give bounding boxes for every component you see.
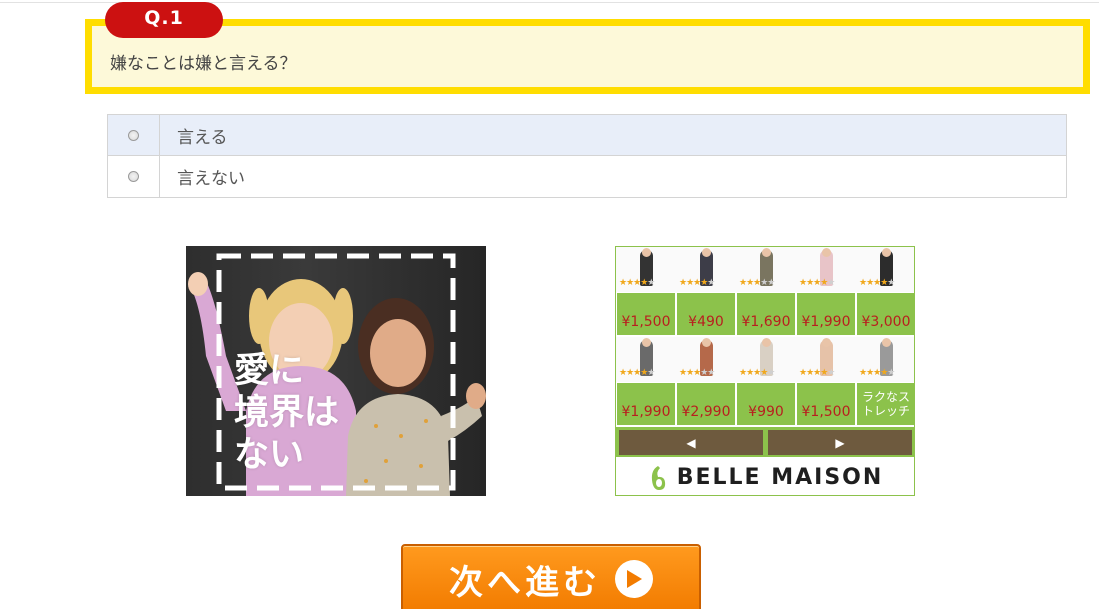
product-item[interactable]: ★★★★★ ¥3,000: [856, 247, 914, 335]
product-price: ¥1,690: [737, 293, 795, 335]
product-price: ¥3,000: [857, 293, 914, 335]
answer-label[interactable]: 言える: [160, 115, 1066, 155]
next-button-label: 次へ進む: [449, 562, 601, 603]
ad-copy-line: 境界は: [234, 393, 340, 433]
product-price: ¥990: [737, 383, 795, 425]
quiz-page: Q.1 嫌なことは嫌と言える？ 言える 言えない 愛に 境界は ない ★★★★★…: [0, 0, 1099, 609]
product-item[interactable]: ★★★★★ ¥1,990: [616, 337, 676, 425]
product-price: ¥490: [677, 293, 735, 335]
product-price: ラクなストレッチ: [857, 383, 914, 425]
brand-footer[interactable]: BELLE MAISON: [616, 458, 914, 495]
ad-copy-text: 愛に 境界は ない: [234, 350, 364, 476]
ad-copy-line: 愛に: [234, 351, 305, 391]
radio-cell: [108, 156, 160, 197]
product-price: ¥1,990: [617, 383, 675, 425]
question-number-badge: Q.1: [105, 2, 223, 38]
carousel-prev-button[interactable]: ◀: [619, 430, 763, 455]
rating-stars: ★★★★★: [859, 368, 895, 378]
rating-stars: ★★★★★: [679, 368, 715, 378]
answer-list: 言える 言えない: [107, 114, 1067, 198]
rating-stars: ★★★★★: [859, 278, 895, 288]
product-price: ¥1,500: [797, 383, 855, 425]
carousel-nav: ◀ ▶: [616, 427, 914, 457]
answer-option-2[interactable]: 言えない: [108, 156, 1066, 197]
product-item[interactable]: ★★★★★ ¥1,500: [796, 337, 856, 425]
brand-name: BELLE MAISON: [676, 465, 884, 490]
product-item[interactable]: ★★★★★ ¥2,990: [676, 337, 736, 425]
radio-cell: [108, 115, 160, 155]
product-price: ¥1,990: [797, 293, 855, 335]
carousel-next-button[interactable]: ▶: [768, 430, 912, 455]
product-item[interactable]: ★★★★★ ¥1,690: [736, 247, 796, 335]
rating-stars: ★★★★★: [799, 368, 835, 378]
product-row: ★★★★★ ¥1,500 ★★★★★ ¥490 ★★★★★ ¥1,690 ★★★…: [616, 247, 914, 335]
product-item[interactable]: ★★★★★ ラクなストレッチ: [856, 337, 914, 425]
product-item[interactable]: ★★★★★ ¥1,500: [616, 247, 676, 335]
rating-stars: ★★★★★: [739, 368, 775, 378]
product-item[interactable]: ★★★★★ ¥1,990: [796, 247, 856, 335]
product-item[interactable]: ★★★★★ ¥990: [736, 337, 796, 425]
rating-stars: ★★★★★: [739, 278, 775, 288]
product-item[interactable]: ★★★★★ ¥490: [676, 247, 736, 335]
next-button[interactable]: 次へ進む: [401, 544, 701, 609]
rating-stars: ★★★★★: [679, 278, 715, 288]
rating-stars: ★★★★★: [619, 368, 655, 378]
ad-copy-line: ない: [234, 435, 305, 475]
shop-ad-banner[interactable]: ▷ ★★★★★ ¥1,500 ★★★★★ ¥490 ★★★★★ ¥1,690 ★…: [615, 246, 915, 496]
rating-stars: ★★★★★: [619, 278, 655, 288]
question-text: 嫌なことは嫌と言える？: [110, 54, 297, 74]
radio-button[interactable]: [128, 171, 139, 182]
radio-button[interactable]: [128, 129, 139, 141]
answer-option-1[interactable]: 言える: [108, 115, 1066, 156]
answer-label[interactable]: 言えない: [160, 156, 1066, 197]
play-arrow-icon: [615, 560, 653, 598]
product-price: ¥1,500: [617, 293, 675, 335]
photo-ad-banner[interactable]: 愛に 境界は ない: [186, 246, 486, 496]
rating-stars: ★★★★★: [799, 278, 835, 288]
product-price: ¥2,990: [677, 383, 735, 425]
product-row: ★★★★★ ¥1,990 ★★★★★ ¥2,990 ★★★★★ ¥990 ★★★…: [616, 337, 914, 425]
belle-maison-logo-icon: [651, 465, 665, 490]
